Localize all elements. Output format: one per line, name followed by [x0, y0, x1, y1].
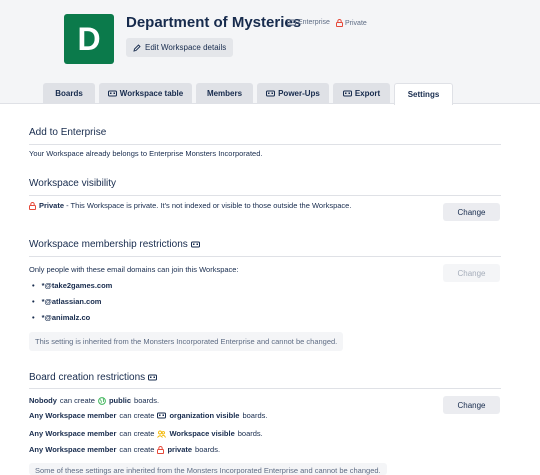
rule-text: can create [119, 445, 155, 454]
board-creation-section-title: Board creation restrictions [29, 372, 158, 383]
tab-boards[interactable]: Boards [43, 83, 95, 104]
board-rule-org-visible: Any Workspace member can create organiza… [29, 411, 267, 420]
board-rule-public: Nobody can create public boards. [29, 396, 159, 405]
enterprise-icon [148, 374, 158, 381]
enterprise-icon [342, 90, 352, 97]
visibility-status: Private [39, 201, 65, 210]
enterprise-icon [266, 90, 276, 97]
membership-text: Only people with these email domains can… [29, 265, 239, 274]
divider [29, 144, 501, 145]
rule-who: Any Workspace member [29, 429, 117, 438]
section-title-text: Workspace visibility [29, 178, 117, 189]
rule-text: can create [119, 411, 155, 420]
rule-who: Nobody [29, 396, 57, 405]
enterprise-text: Your Workspace already belongs to Enterp… [29, 149, 263, 158]
section-title-text: Add to Enterprise [29, 127, 107, 138]
enterprise-icon [107, 90, 117, 97]
workspace-tabs: Boards Workspace table Members Power-Ups… [43, 83, 453, 105]
rule-who: Any Workspace member [29, 445, 117, 454]
rule-tail: boards. [237, 429, 263, 438]
board-creation-change-button[interactable]: Change [443, 396, 500, 414]
board-rule-workspace-visible: Any Workspace member can create Workspac… [29, 429, 263, 438]
board-rule-private: Any Workspace member can create private … [29, 445, 220, 454]
lock-icon [336, 19, 343, 27]
rule-type: public [108, 396, 132, 405]
rule-type: Workspace visible [169, 429, 235, 438]
edit-workspace-label: Edit Workspace details [145, 43, 227, 52]
membership-inherited-note: This setting is inherited from the Monst… [29, 332, 344, 351]
tab-export[interactable]: Export [333, 83, 390, 104]
membership-section-title: Workspace membership restrictions [29, 239, 200, 250]
enterprise-section-title: Add to Enterprise [29, 127, 106, 138]
rule-type: private [167, 445, 193, 454]
rule-who: Any Workspace member [29, 411, 117, 420]
tab-label: Power-Ups [278, 89, 320, 98]
section-title-text: Workspace membership restrictions [29, 239, 188, 250]
rule-tail: boards. [195, 445, 221, 454]
tab-label: Export [354, 89, 381, 98]
divider [29, 195, 501, 196]
tab-label: Members [206, 89, 243, 98]
membership-change-button[interactable]: Change [443, 264, 500, 282]
enterprise-icon [190, 241, 200, 248]
enterprise-label: Enterprise [298, 19, 330, 26]
enterprise-badge: Enterprise [287, 19, 330, 26]
rule-text: can create [59, 396, 95, 405]
rule-type: organization visible [169, 411, 240, 420]
tab-label: Boards [55, 89, 83, 98]
tab-power-ups[interactable]: Power-Ups [257, 83, 329, 104]
private-badge: Private [336, 19, 367, 27]
tab-settings[interactable]: Settings [394, 83, 453, 105]
workspace-title: Department of Mysteries [126, 14, 302, 31]
enterprise-icon [287, 19, 296, 26]
visibility-text: Private - This Workspace is private. It'… [29, 201, 351, 210]
tab-label: Workspace table [119, 89, 184, 98]
rule-tail: boards. [242, 411, 268, 420]
lock-icon [29, 201, 36, 210]
visibility-change-button[interactable]: Change [443, 203, 500, 221]
tab-workspace-table[interactable]: Workspace table [99, 83, 192, 104]
people-icon [157, 430, 167, 438]
domain-item: *@animalz.co [32, 313, 91, 322]
pencil-icon [133, 43, 141, 52]
section-title-text: Board creation restrictions [29, 372, 146, 383]
rule-text: can create [119, 429, 155, 438]
divider [29, 256, 501, 257]
enterprise-icon [157, 412, 167, 419]
domain-item: *@take2games.com [32, 281, 113, 290]
lock-icon [157, 445, 165, 454]
visibility-description: - This Workspace is private. It's not in… [64, 201, 352, 210]
divider [29, 388, 501, 389]
visibility-section-title: Workspace visibility [29, 178, 116, 189]
rule-tail: boards. [134, 396, 160, 405]
workspace-avatar: D [64, 14, 114, 64]
tab-label: Settings [407, 90, 440, 99]
board-creation-inherited-note: Some of these settings are inherited fro… [29, 463, 387, 475]
workspace-header: D Department of Mysteries Enterprise Pri… [0, 0, 540, 105]
edit-workspace-button[interactable]: Edit Workspace details [126, 38, 234, 57]
domain-item: *@atlassian.com [32, 297, 102, 306]
globe-icon [98, 396, 106, 405]
private-label: Private [345, 19, 367, 27]
tab-members[interactable]: Members [196, 83, 253, 104]
